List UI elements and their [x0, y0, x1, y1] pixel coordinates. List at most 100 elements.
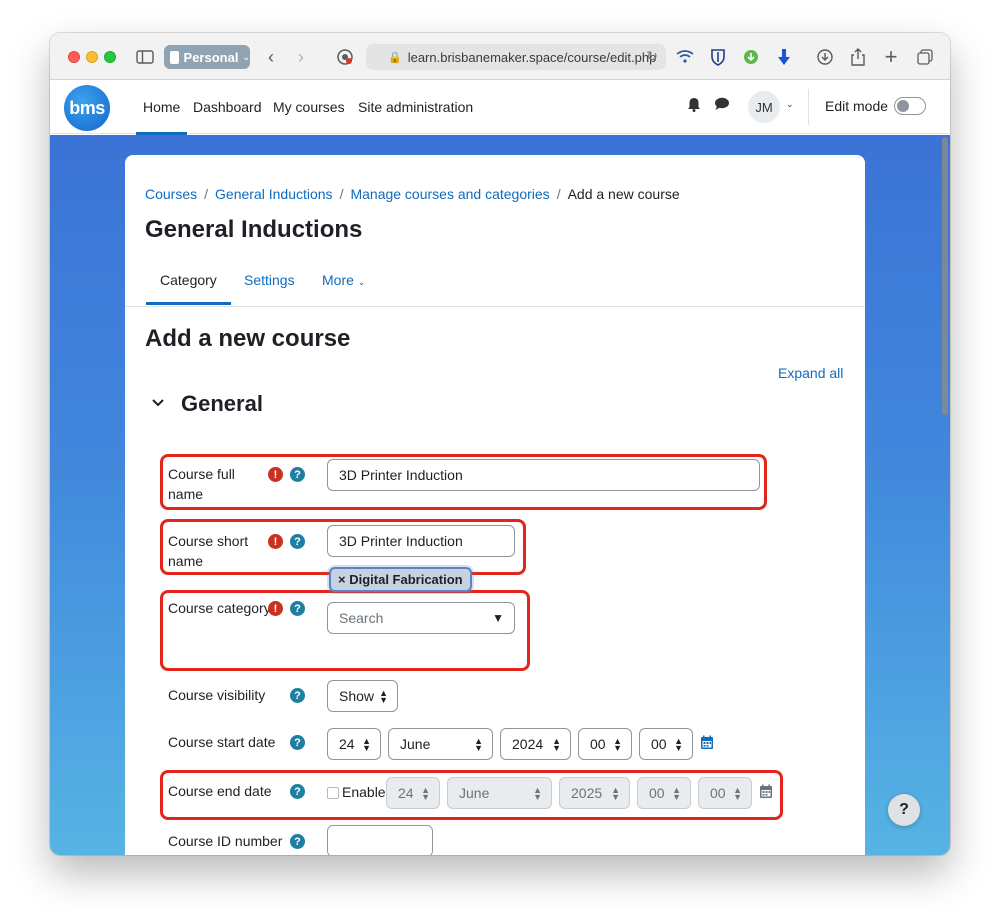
id-number-label: Course ID number	[168, 833, 283, 849]
category-search-select[interactable]: Search ▼	[327, 602, 515, 634]
end-month-select[interactable]: June ▲ ▼	[447, 777, 552, 809]
tab-more[interactable]: More ⌄	[322, 272, 365, 288]
section-title-general[interactable]: General	[181, 391, 263, 417]
caret-down-icon: ▼	[492, 611, 504, 625]
select-arrows-icon: ▲ ▼	[672, 785, 681, 802]
end-year-select[interactable]: 2025 ▲ ▼	[559, 777, 630, 809]
short-name-label: Course short name	[168, 533, 249, 569]
chevron-down-icon: ⌄	[242, 51, 250, 62]
privacy-report-icon[interactable]	[334, 46, 356, 68]
tab-settings[interactable]: Settings	[244, 272, 295, 288]
expand-all-link[interactable]: Expand all	[778, 365, 843, 381]
question-icon[interactable]: ?	[290, 601, 305, 616]
category-search-placeholder: Search	[339, 610, 384, 626]
address-bar[interactable]: 🔒 learn.brisbanemaker.space/course/edit.…	[366, 44, 666, 70]
breadcrumb-general-inductions[interactable]: General Inductions	[215, 186, 333, 202]
profile-label: Personal	[183, 49, 239, 65]
navbar-divider	[808, 89, 809, 125]
select-arrows-icon: ▲ ▼	[362, 736, 371, 753]
select-arrows-icon: ▲ ▼	[674, 736, 683, 753]
start-date-label: Course start date	[168, 734, 276, 750]
extension-wifi-icon[interactable]	[674, 46, 696, 68]
close-window-button[interactable]	[68, 51, 80, 63]
category-tag[interactable]: × Digital Fabrication	[329, 567, 472, 592]
end-date-enable-checkbox[interactable]	[327, 787, 339, 799]
select-arrows-icon: ▲ ▼	[533, 785, 542, 802]
breadcrumb: Courses / General Inductions / Manage course…	[145, 186, 680, 202]
category-label: Course category	[168, 600, 271, 616]
browser-window: Personal ⌄ ‹ › 🔒 learn.brisbanemaker.spa…	[50, 33, 950, 855]
extension-arrow-down-icon[interactable]	[773, 46, 795, 68]
url-text: learn.brisbanemaker.space/course/edit.ph…	[407, 49, 657, 65]
exclamation-icon: !	[268, 534, 283, 549]
site-logo[interactable]: bms	[64, 85, 110, 131]
downloads-icon[interactable]	[814, 46, 836, 68]
tab-category[interactable]: Category	[146, 272, 231, 305]
question-icon[interactable]: ?	[290, 534, 305, 549]
end-day-select[interactable]: 24 ▲ ▼	[386, 777, 440, 809]
select-arrows-icon: ▲ ▼	[733, 785, 742, 802]
question-icon[interactable]: ?	[290, 467, 305, 482]
end-minute-select[interactable]: 00 ▲ ▼	[698, 777, 752, 809]
new-tab-icon[interactable]: +	[880, 44, 902, 69]
user-avatar[interactable]: JM	[748, 91, 780, 123]
select-arrows-icon: ▲ ▼	[552, 736, 561, 753]
start-year-select[interactable]: 2024 ▲ ▼	[500, 728, 571, 760]
zoom-window-button[interactable]	[104, 51, 116, 63]
full-name-label: Course full name	[168, 466, 235, 502]
question-icon[interactable]: ?	[290, 784, 305, 799]
forward-icon[interactable]: ›	[290, 46, 312, 68]
calendar-icon[interactable]	[759, 784, 773, 803]
start-day-select[interactable]: 24 ▲ ▼	[327, 728, 381, 760]
visibility-select[interactable]: Show ▲ ▼	[327, 680, 398, 712]
chevron-down-icon[interactable]	[151, 395, 165, 411]
end-date-enable-label[interactable]: Enable	[342, 784, 386, 800]
question-icon[interactable]: ?	[290, 834, 305, 849]
breadcrumb-courses[interactable]: Courses	[145, 186, 197, 202]
site-navbar: bms Home Dashboard My courses Site admin…	[50, 81, 950, 135]
full-name-input[interactable]	[327, 459, 760, 491]
breadcrumb-manage-courses[interactable]: Manage courses and categories	[350, 186, 549, 202]
bell-icon[interactable]	[687, 97, 701, 116]
short-name-input[interactable]	[327, 525, 515, 557]
nav-dashboard[interactable]: Dashboard	[193, 99, 262, 115]
visibility-label: Course visibility	[168, 687, 266, 703]
browser-toolbar: Personal ⌄ ‹ › 🔒 learn.brisbanemaker.spa…	[50, 33, 950, 80]
calendar-icon[interactable]	[700, 735, 714, 754]
page-scrollbar[interactable]	[942, 137, 948, 415]
tab-overview-icon[interactable]	[914, 46, 936, 68]
start-month-select[interactable]: June ▲ ▼	[388, 728, 493, 760]
help-button[interactable]: ?	[888, 794, 920, 826]
profile-button[interactable]: Personal ⌄	[164, 45, 250, 69]
end-date-label: Course end date	[168, 783, 272, 799]
page-title: Add a new course	[145, 325, 351, 352]
sidebar-icon[interactable]	[134, 46, 156, 68]
extension-bitwarden-icon[interactable]	[707, 46, 729, 68]
chevron-down-icon[interactable]: ⌄	[786, 99, 794, 110]
edit-mode-label: Edit mode	[825, 98, 889, 114]
select-arrows-icon: ▲ ▼	[613, 736, 622, 753]
question-icon[interactable]: ?	[290, 688, 305, 703]
select-arrows-icon: ▲ ▼	[421, 785, 430, 802]
nav-my-courses[interactable]: My courses	[273, 99, 345, 115]
profile-icon	[170, 50, 179, 64]
end-hour-select[interactable]: 00 ▲ ▼	[637, 777, 691, 809]
extension-download-green-icon[interactable]	[740, 46, 762, 68]
start-hour-select[interactable]: 00 ▲ ▼	[578, 728, 632, 760]
exclamation-icon: !	[268, 601, 283, 616]
select-arrows-icon: ▲ ▼	[379, 688, 388, 705]
nav-home[interactable]: Home	[135, 99, 188, 135]
minimize-window-button[interactable]	[86, 51, 98, 63]
edit-mode-toggle[interactable]	[894, 97, 926, 115]
id-number-input[interactable]	[327, 825, 433, 855]
chat-bubble-icon[interactable]	[714, 97, 730, 115]
toggle-knob	[897, 100, 909, 112]
nav-site-administration[interactable]: Site administration	[358, 99, 473, 115]
question-icon[interactable]: ?	[290, 735, 305, 750]
reload-icon[interactable]: ↻	[646, 48, 658, 65]
main-card: Courses / General Inductions / Manage course…	[125, 155, 865, 855]
lock-icon: 🔒	[388, 51, 402, 64]
back-icon[interactable]: ‹	[260, 46, 282, 68]
start-minute-select[interactable]: 00 ▲ ▼	[639, 728, 693, 760]
share-icon[interactable]	[847, 46, 869, 68]
